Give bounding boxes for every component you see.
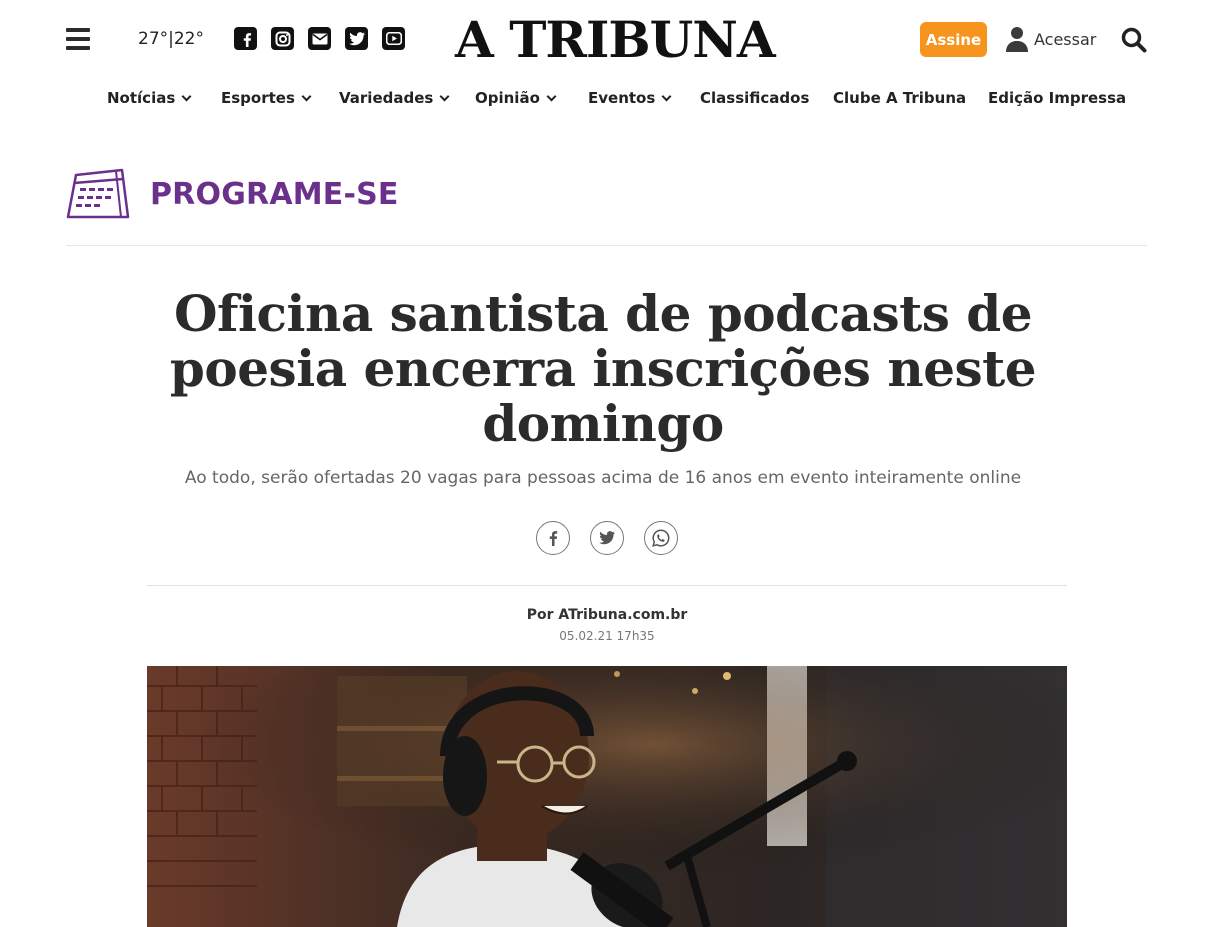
weather-readout: 27°|22°	[138, 29, 204, 49]
menu-icon[interactable]	[66, 28, 90, 50]
calendar-icon	[66, 168, 130, 219]
chevron-down-icon	[661, 91, 672, 102]
nav-item-eventos[interactable]: Eventos	[588, 89, 672, 107]
divider	[66, 245, 1147, 246]
nav-label: Variedades	[339, 89, 434, 107]
email-icon[interactable]	[308, 27, 331, 50]
nav-label: Edição Impressa	[988, 89, 1127, 107]
article-headline: Oficina santista de podcasts de poesia e…	[169, 284, 1037, 453]
search-icon[interactable]	[1121, 27, 1147, 58]
article-byline: Por ATribuna.com.br	[526, 607, 688, 623]
nav-label: Eventos	[588, 89, 656, 107]
article-subtitle: Ao todo, serão ofertadas 20 vagas para p…	[184, 468, 1022, 488]
chevron-down-icon	[439, 91, 450, 102]
twitter-icon[interactable]	[345, 27, 368, 50]
subscribe-button[interactable]: Assine	[920, 22, 987, 57]
share-facebook-icon[interactable]	[536, 521, 570, 555]
main-nav: Notícias Esportes Variedades Opinião Eve…	[0, 89, 1206, 117]
youtube-icon[interactable]	[382, 27, 405, 50]
chevron-down-icon	[301, 91, 312, 102]
nav-item-esportes[interactable]: Esportes	[221, 89, 312, 107]
chevron-down-icon	[181, 91, 192, 102]
article-photo	[147, 666, 1067, 927]
login-label: Acessar	[1034, 29, 1097, 49]
share-buttons	[536, 521, 678, 555]
section-title[interactable]: PROGRAME-SE	[150, 177, 399, 212]
user-icon	[1006, 27, 1028, 52]
article-date: 05.02.21 17h35	[559, 629, 655, 643]
nav-item-noticias[interactable]: Notícias	[107, 89, 192, 107]
divider	[147, 585, 1067, 586]
social-links	[234, 27, 405, 50]
instagram-icon[interactable]	[271, 27, 294, 50]
facebook-icon[interactable]	[234, 27, 257, 50]
share-whatsapp-icon[interactable]	[644, 521, 678, 555]
section-header: PROGRAME-SE	[66, 167, 399, 221]
login-button[interactable]: Acessar	[1006, 26, 1096, 52]
nav-label: Clube A Tribuna	[833, 89, 967, 107]
nav-item-clube[interactable]: Clube A Tribuna	[833, 89, 966, 107]
nav-item-classificados[interactable]: Classificados	[700, 89, 809, 107]
nav-label: Classificados	[700, 89, 810, 107]
nav-label: Notícias	[107, 89, 176, 107]
nav-item-edicao-impressa[interactable]: Edição Impressa	[988, 89, 1126, 107]
site-logo[interactable]: A TRIBUNA	[455, 12, 776, 68]
share-twitter-icon[interactable]	[590, 521, 624, 555]
nav-label: Esportes	[221, 89, 295, 107]
nav-item-variedades[interactable]: Variedades	[339, 89, 450, 107]
chevron-down-icon	[546, 91, 557, 102]
nav-label: Opinião	[475, 89, 540, 107]
top-bar: 27°|22° A TRIBUNA Assine Acessar	[0, 0, 1206, 80]
nav-item-opiniao[interactable]: Opinião	[475, 89, 557, 107]
